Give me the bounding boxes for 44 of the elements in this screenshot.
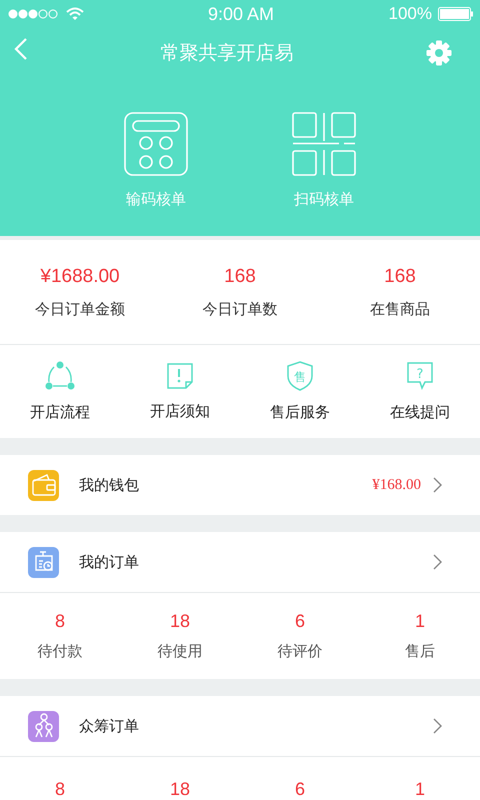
stat-label: 今日订单数 bbox=[202, 300, 278, 318]
order-status-label[interactable]: 待使用 bbox=[158, 642, 202, 661]
battery-percent: 100% bbox=[388, 4, 432, 24]
wallet-balance: ¥168.00 bbox=[372, 476, 421, 494]
shortcut-label[interactable]: 售后服务 bbox=[270, 403, 330, 422]
menu-row[interactable]: 众筹订单 bbox=[0, 696, 480, 756]
order-status-label[interactable]: 售后 bbox=[405, 642, 435, 661]
page-title: 常聚共享开店易 bbox=[160, 41, 294, 66]
chevron-icon bbox=[433, 554, 442, 570]
order-count[interactable]: 18 bbox=[170, 779, 190, 800]
menu-row[interactable]: 我的钱包 ¥168.00 bbox=[0, 455, 480, 515]
order-status-label[interactable]: 待评价 bbox=[278, 642, 322, 661]
wifi-icon bbox=[66, 7, 84, 21]
order-count[interactable]: 18 bbox=[170, 611, 190, 632]
battery-icon bbox=[438, 7, 474, 21]
order-count[interactable]: 1 bbox=[414, 779, 425, 800]
order-count[interactable]: 1 bbox=[414, 611, 425, 632]
stat-value: 168 bbox=[224, 266, 256, 288]
order-count[interactable]: 8 bbox=[54, 611, 65, 632]
stat-value: 168 bbox=[384, 266, 416, 288]
status-time: 9:00 AM bbox=[208, 4, 274, 24]
qr-scan-icon[interactable] bbox=[292, 112, 356, 176]
shortcut-label[interactable]: 在线提问 bbox=[390, 403, 450, 422]
back-icon[interactable] bbox=[14, 38, 28, 60]
chevron-icon bbox=[433, 718, 442, 734]
row-title: 众筹订单 bbox=[79, 716, 140, 736]
shortcut-label[interactable]: 开店流程 bbox=[30, 403, 90, 422]
order-count[interactable]: 6 bbox=[294, 779, 305, 800]
signal-icon bbox=[8, 9, 58, 19]
settings-icon[interactable] bbox=[426, 40, 452, 66]
stat-label: 今日订单金额 bbox=[35, 300, 125, 318]
row-title: 我的钱包 bbox=[79, 476, 140, 494]
order-status-label[interactable]: 待付款 bbox=[38, 642, 82, 661]
shortcut-label[interactable]: 开店须知 bbox=[150, 402, 210, 421]
row-title: 我的订单 bbox=[79, 552, 140, 572]
order-count[interactable]: 8 bbox=[54, 779, 65, 800]
stat-value: ¥1688.00 bbox=[40, 266, 120, 288]
order-count[interactable]: 6 bbox=[294, 611, 305, 632]
notice-icon[interactable] bbox=[166, 362, 194, 390]
process-icon[interactable] bbox=[45, 361, 75, 391]
menu-row[interactable]: 我的订单 bbox=[0, 532, 480, 592]
chevron-icon bbox=[433, 477, 442, 493]
keypad-icon[interactable] bbox=[124, 112, 188, 176]
stat-label: 在售商品 bbox=[370, 300, 430, 318]
